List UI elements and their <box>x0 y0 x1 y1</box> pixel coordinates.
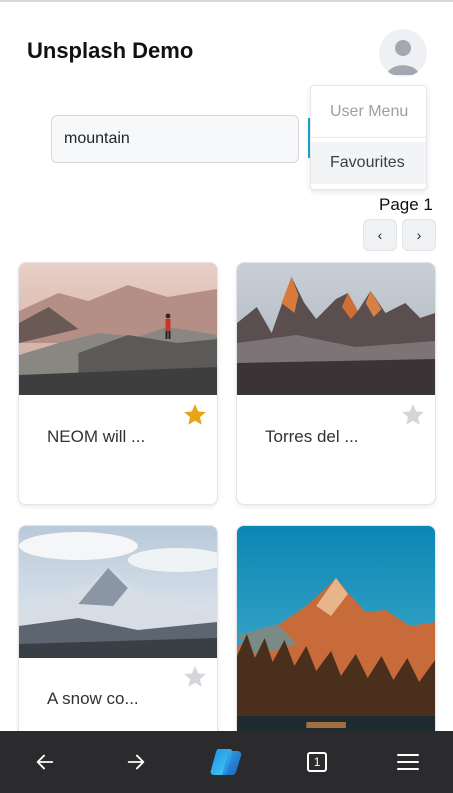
photo-card[interactable]: A snow co... <box>18 525 218 745</box>
previous-page-button[interactable]: ‹ <box>363 219 397 251</box>
search-input[interactable] <box>51 115 299 163</box>
photo-caption: A snow co... <box>47 689 139 708</box>
photo-caption: Torres del ... <box>265 427 359 446</box>
photo-card[interactable]: NEOM will ... <box>18 262 218 505</box>
person-icon <box>387 40 419 75</box>
forward-button[interactable] <box>114 740 158 784</box>
top-divider <box>0 0 453 2</box>
back-button[interactable] <box>23 740 67 784</box>
photo-card[interactable]: Torres del ... <box>236 262 436 505</box>
copilot-button[interactable] <box>204 740 248 784</box>
browser-menu-button[interactable] <box>386 740 430 784</box>
photo-alpine-lake <box>237 526 435 744</box>
photo-card[interactable] <box>236 525 436 745</box>
menu-item-favourites[interactable]: Favourites <box>311 142 426 184</box>
photo-desert-rocks <box>19 263 217 395</box>
user-menu-header: User Menu <box>311 86 426 138</box>
photo-caption: NEOM will ... <box>47 427 146 446</box>
search-button-edge[interactable] <box>308 118 310 158</box>
copilot-icon <box>211 749 242 775</box>
star-icon[interactable] <box>182 402 208 428</box>
arrow-right-icon <box>127 754 145 770</box>
tabs-icon: 1 <box>307 752 328 772</box>
photo-torres-del-paine <box>237 263 435 395</box>
user-menu-dropdown: User Menu Favourites <box>310 85 427 190</box>
app-title: Unsplash Demo <box>27 38 194 63</box>
photo-snow-mountain <box>19 526 217 658</box>
user-avatar-button[interactable] <box>379 29 427 77</box>
tabs-button[interactable]: 1 <box>295 740 339 784</box>
star-icon[interactable] <box>400 402 426 428</box>
browser-bottom-bar: 1 <box>0 731 453 793</box>
tab-count: 1 <box>313 755 321 769</box>
star-icon[interactable] <box>182 664 208 690</box>
next-page-button[interactable]: › <box>402 219 436 251</box>
page-indicator: Page 1 <box>379 195 433 214</box>
arrow-left-icon <box>37 754 54 770</box>
hamburger-menu-icon <box>396 754 419 770</box>
